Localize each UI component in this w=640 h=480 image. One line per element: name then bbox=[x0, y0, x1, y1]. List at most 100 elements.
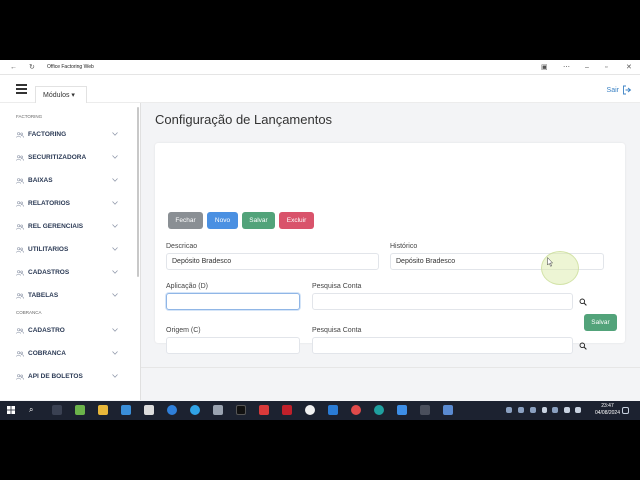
logout-icon bbox=[623, 85, 632, 95]
app-icon[interactable] bbox=[259, 405, 269, 415]
close-icon[interactable]: ✕ bbox=[626, 64, 632, 71]
rad-studio-icon[interactable] bbox=[282, 405, 292, 415]
sidebar-item-cadastro[interactable]: CADASTRO bbox=[0, 319, 140, 342]
search-icon[interactable] bbox=[579, 342, 587, 350]
form-save-button[interactable]: Salvar bbox=[584, 314, 617, 331]
app-icon[interactable] bbox=[443, 405, 453, 415]
telegram-icon[interactable] bbox=[190, 405, 200, 415]
windows-taskbar: ⌕ 23:47 04/08/2024 bbox=[0, 401, 640, 420]
close-button[interactable]: Fechar bbox=[168, 212, 203, 229]
modules-label: Módulos bbox=[43, 92, 70, 99]
pesquisa-conta-input[interactable] bbox=[312, 293, 573, 310]
file-explorer-icon[interactable] bbox=[98, 405, 108, 415]
users-icon bbox=[16, 269, 24, 276]
tray-icon[interactable] bbox=[518, 407, 524, 413]
mouse-pointer-icon bbox=[547, 257, 553, 267]
minimize-icon[interactable]: – bbox=[585, 64, 589, 71]
logout-link[interactable]: Sair bbox=[607, 85, 632, 95]
users-icon bbox=[16, 327, 24, 334]
save-button[interactable]: Salvar bbox=[242, 212, 275, 229]
microphone-icon[interactable] bbox=[542, 407, 547, 413]
chevron-down-icon bbox=[112, 201, 118, 205]
task-view-icon[interactable] bbox=[52, 405, 62, 415]
app-header: Módulos ▾ Sair bbox=[0, 75, 640, 103]
sidebar-item-factoring[interactable]: FACTORING bbox=[0, 123, 140, 146]
sidebar-item-api-de-boletos[interactable]: API DE BOLETOS bbox=[0, 365, 140, 388]
volume-icon[interactable] bbox=[575, 407, 581, 413]
window-titlebar: ← ↻ Office Factoring Web ▣ ⋯ – ▫ ✕ bbox=[0, 60, 640, 75]
page-divider bbox=[141, 367, 640, 368]
search-icon[interactable] bbox=[579, 298, 587, 306]
app-icon[interactable] bbox=[420, 405, 430, 415]
sidebar: FACTORING FACTORING SECURITIZADORA BAIXAS R… bbox=[0, 103, 141, 400]
vscode-icon[interactable] bbox=[328, 405, 338, 415]
origem-input[interactable] bbox=[166, 337, 300, 354]
sidebar-item-label: UTILITARIOS bbox=[28, 246, 69, 253]
app-window: ← ↻ Office Factoring Web ▣ ⋯ – ▫ ✕ Módul… bbox=[0, 60, 640, 420]
sidebar-item-tabelas[interactable]: TABELAS bbox=[0, 284, 140, 307]
delete-button[interactable]: Excluir bbox=[279, 212, 314, 229]
app-icon[interactable] bbox=[144, 405, 154, 415]
sidebar-item-rel-gerenciais[interactable]: REL GERENCIAIS bbox=[0, 215, 140, 238]
pesquisa-conta2-input[interactable] bbox=[312, 337, 573, 354]
tray-icon[interactable] bbox=[530, 407, 536, 413]
historico-label: Histórico bbox=[390, 243, 418, 250]
sidebar-item-label: API DE BOLETOS bbox=[28, 373, 83, 380]
edge-browser-icon[interactable] bbox=[374, 405, 384, 415]
window-title: Office Factoring Web bbox=[47, 64, 94, 70]
app-icon[interactable] bbox=[167, 405, 177, 415]
windows-start-icon[interactable] bbox=[7, 406, 15, 414]
sidebar-item-label: REL GERENCIAIS bbox=[28, 223, 84, 230]
chevron-down-icon bbox=[112, 293, 118, 297]
app-menu-icon[interactable]: ▣ bbox=[541, 64, 548, 71]
clock-time: 23:47 bbox=[601, 403, 614, 409]
aplicacao-input[interactable] bbox=[166, 293, 300, 310]
app-icon[interactable] bbox=[213, 405, 223, 415]
network-icon[interactable] bbox=[564, 407, 570, 413]
sidebar-item-label: FACTORING bbox=[28, 131, 67, 138]
descricao-input[interactable]: Depósito Bradesco bbox=[166, 253, 379, 270]
app-icon[interactable] bbox=[397, 405, 407, 415]
sidebar-item-cadastros[interactable]: CADASTROS bbox=[0, 261, 140, 284]
sidebar-item-securitizadora[interactable]: SECURITIZADORA bbox=[0, 146, 140, 169]
chevron-down-icon bbox=[112, 224, 118, 228]
app-icon[interactable] bbox=[121, 405, 131, 415]
hamburger-menu-icon[interactable] bbox=[16, 84, 27, 94]
app-icon[interactable] bbox=[351, 405, 361, 415]
chevron-down-icon bbox=[112, 132, 118, 136]
sidebar-item-cobranca[interactable]: COBRANCA bbox=[0, 342, 140, 365]
chevron-down-icon bbox=[112, 374, 118, 378]
sidebar-item-label: CADASTROS bbox=[28, 269, 70, 276]
users-icon bbox=[16, 154, 24, 161]
users-icon bbox=[16, 292, 24, 299]
new-button[interactable]: Novo bbox=[207, 212, 238, 229]
maximize-icon[interactable]: ▫ bbox=[605, 64, 607, 71]
sidebar-item-baixas[interactable]: BAIXAS bbox=[0, 169, 140, 192]
users-icon bbox=[16, 223, 24, 230]
logout-label: Sair bbox=[606, 86, 619, 94]
back-arrow-icon[interactable]: ← bbox=[10, 64, 17, 71]
taskbar-search-icon[interactable]: ⌕ bbox=[29, 405, 39, 415]
more-options-icon[interactable]: ⋯ bbox=[563, 64, 570, 71]
page-title: Configuração de Lançamentos bbox=[155, 112, 333, 127]
sidebar-item-label: COBRANCA bbox=[28, 350, 66, 357]
sidebar-item-label: SECURITIZADORA bbox=[28, 154, 87, 161]
app-icon[interactable] bbox=[305, 405, 315, 415]
terminal-icon[interactable] bbox=[236, 405, 246, 415]
sidebar-item-relatorios[interactable]: RELATORIOS bbox=[0, 192, 140, 215]
tray-icon[interactable] bbox=[506, 407, 512, 413]
modules-dropdown[interactable]: Módulos ▾ bbox=[35, 86, 87, 103]
refresh-icon[interactable]: ↻ bbox=[29, 64, 35, 71]
chevron-down-icon bbox=[112, 270, 118, 274]
app-notepad-icon[interactable] bbox=[75, 405, 85, 415]
users-icon bbox=[16, 373, 24, 380]
caret-down-icon: ▾ bbox=[71, 92, 75, 99]
chevron-down-icon bbox=[112, 178, 118, 182]
chevron-down-icon bbox=[112, 247, 118, 251]
sidebar-item-utilitarios[interactable]: UTILITARIOS bbox=[0, 238, 140, 261]
tray-icon[interactable] bbox=[552, 407, 558, 413]
taskbar-clock[interactable]: 23:47 04/08/2024 bbox=[595, 403, 620, 417]
sidebar-section-cobranca: COBRANCA bbox=[16, 310, 42, 315]
notification-icon[interactable] bbox=[622, 407, 629, 414]
clock-date: 04/08/2024 bbox=[594, 410, 620, 416]
